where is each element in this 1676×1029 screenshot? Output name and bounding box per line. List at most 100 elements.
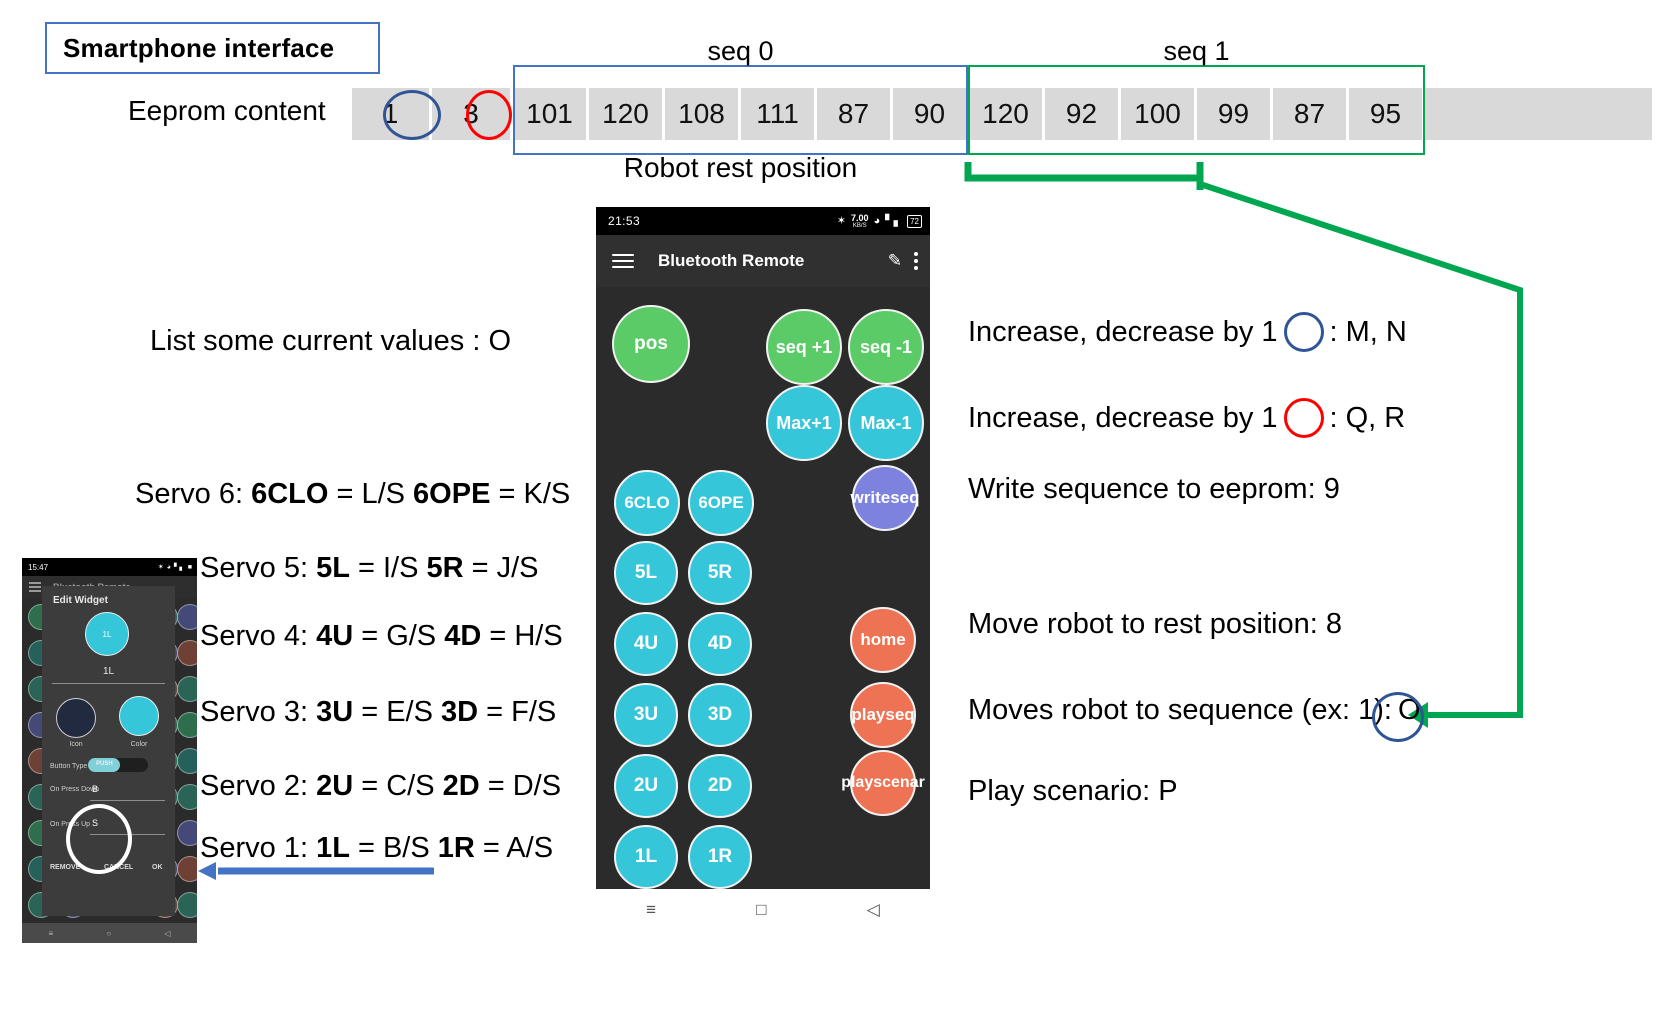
note-move-to-sequence: Moves robot to sequence (ex: 1): O: [968, 694, 1421, 727]
remote-button-2d[interactable]: 2D: [688, 754, 752, 818]
r1-post: : M, N: [1330, 316, 1407, 349]
servo3-key2: 3D: [441, 696, 478, 728]
inset-signal-icon: ▘▖: [174, 563, 185, 571]
remote-button-4d[interactable]: 4D: [688, 612, 752, 676]
kebab-icon[interactable]: [914, 249, 918, 273]
note-servo6: Servo 6: 6CLO = L/S 6OPE = K/S: [135, 478, 570, 511]
seq0-outline: [513, 65, 968, 155]
red-ring-icon: [1284, 398, 1324, 438]
color-picker-swatch[interactable]: [119, 696, 159, 736]
inset-background-button: [177, 784, 197, 810]
remote-button-3d[interactable]: 3D: [688, 683, 752, 747]
ok-button[interactable]: OK: [152, 864, 163, 871]
remote-button-playseq[interactable]: play seq: [850, 682, 916, 748]
remote-button-home[interactable]: home: [850, 607, 916, 673]
signal-icon: ▘▖: [885, 216, 902, 227]
blue-callout-arrow-icon: [196, 858, 436, 884]
remote-button-seq1[interactable]: seq +1: [766, 309, 842, 385]
servo3-prefix: Servo 3:: [200, 696, 316, 728]
pencil-icon[interactable]: ✎: [888, 251, 902, 271]
remote-button-seq-1[interactable]: seq -1: [848, 309, 924, 385]
inset-background-button: [177, 748, 197, 774]
hamburger-icon[interactable]: [612, 250, 634, 272]
servo4-prefix: Servo 4:: [200, 620, 316, 652]
remote-button-pos[interactable]: pos: [612, 305, 690, 383]
note-play-scenario: Play scenario: P: [968, 775, 1178, 808]
r2-pre: Increase, decrease by 1: [968, 402, 1278, 435]
servo3-map1: = E/S: [353, 696, 441, 728]
inset-back-icon[interactable]: ◁: [164, 929, 170, 938]
remote-button-max-1[interactable]: Max-1: [848, 385, 924, 461]
remote-button-6ope[interactable]: 6OPE: [688, 470, 754, 536]
blue-ring-example-icon: [1372, 692, 1424, 742]
seq1-outline: [968, 65, 1425, 155]
remote-button-canvas: pos seq +1 seq -1 Max+1 Max-1 6CLO 6OPE write se…: [596, 287, 930, 923]
inset-background-button: [177, 820, 197, 846]
inset-background-button: [177, 856, 197, 882]
blue-ring-icon: [1284, 312, 1324, 352]
bluetooth-icon: ✶: [837, 216, 846, 227]
button-type-value: PUSH: [96, 761, 113, 767]
page-title: Smartphone interface: [47, 33, 334, 64]
remote-button-4u[interactable]: 4U: [614, 612, 678, 676]
servo4-key2: 4D: [444, 620, 481, 652]
blue-ring-highlight-icon: [383, 90, 441, 140]
inset-background-button: [177, 640, 197, 666]
remote-button-5l[interactable]: 5L: [614, 541, 678, 605]
white-oval-highlight-icon: [66, 804, 132, 874]
remote-button-writeseq[interactable]: write seq: [852, 465, 918, 531]
color-label: Color: [119, 741, 159, 748]
widget-name-field[interactable]: 1L: [42, 666, 175, 677]
phone-nav-bar: ≡ □ ◁: [596, 889, 930, 931]
inset-recents-icon[interactable]: ≡: [49, 929, 54, 938]
remote-button-3u[interactable]: 3U: [614, 683, 678, 747]
remove-button[interactable]: REMOVE: [50, 864, 80, 871]
dialog-title: Edit Widget: [53, 595, 108, 606]
inset-background-button: [177, 604, 197, 630]
inset-bluetooth-icon: ✶: [158, 563, 164, 571]
inset-hamburger-icon[interactable]: [29, 580, 41, 595]
servo6-map2: = K/S: [490, 478, 570, 510]
remote-button-5r[interactable]: 5R: [688, 541, 752, 605]
inset-home-icon[interactable]: ○: [106, 929, 111, 938]
icon-label: Icon: [56, 741, 96, 748]
on-press-down-input[interactable]: B: [92, 784, 98, 794]
servo6-key1: 6CLO: [251, 478, 328, 510]
on-press-down-underline: [90, 800, 165, 801]
widget-preview-button[interactable]: 1L: [85, 612, 129, 656]
inset-battery-icon: ■: [188, 564, 192, 571]
note-list-values: List some current values : O: [150, 325, 511, 358]
remote-button-playscenar[interactable]: play scenar: [850, 750, 916, 816]
servo2-map1: = C/S: [353, 770, 442, 802]
inset-background-button: [177, 712, 197, 738]
icon-picker-swatch[interactable]: [56, 698, 96, 738]
servo2-map2: = D/S: [480, 770, 561, 802]
servo2-key2: 2D: [443, 770, 480, 802]
servo5-map2: = J/S: [464, 552, 539, 584]
servo3-key1: 3U: [316, 696, 353, 728]
note-servo3: Servo 3: 3U = E/S 3D = F/S: [200, 696, 556, 729]
remote-button-6clo[interactable]: 6CLO: [614, 470, 680, 536]
title-box: Smartphone interface: [45, 22, 380, 74]
remote-button-max1[interactable]: Max+1: [766, 385, 842, 461]
remote-button-1r[interactable]: 1R: [688, 825, 752, 889]
back-icon[interactable]: ◁: [867, 900, 880, 920]
recents-icon[interactable]: ≡: [646, 900, 656, 920]
network-speed-unit: KB/S: [853, 223, 867, 229]
home-icon[interactable]: □: [756, 900, 766, 920]
network-speed-indicator: 7.00 KB/S: [851, 214, 869, 229]
button-type-toggle[interactable]: PUSH: [88, 758, 148, 772]
remote-button-2u[interactable]: 2U: [614, 754, 678, 818]
note-increase-decrease-red: Increase, decrease by 1 : Q, R: [968, 398, 1405, 438]
remote-button-1l[interactable]: 1L: [614, 825, 678, 889]
inset-wifi-icon: ◕: [167, 564, 171, 571]
inset-phone-edit-widget-screenshot: 15:47 ✶ ◕ ▘▖ ■ Bluetooth Remote Edit Wid…: [22, 558, 197, 943]
smartphone-screenshot: 21:53 ✶ 7.00 KB/S ◕ ▘▖ 72 Bluetooth Remo…: [596, 207, 930, 923]
eeprom-content-label: Eeprom content: [128, 95, 326, 127]
inset-nav-bar: ≡ ○ ◁: [22, 923, 197, 943]
servo6-map1: = L/S: [328, 478, 413, 510]
servo1-map2: = A/S: [475, 832, 553, 864]
red-ring-highlight-icon: [466, 90, 512, 140]
inset-status-bar: 15:47 ✶ ◕ ▘▖ ■: [22, 558, 197, 576]
app-title: Bluetooth Remote: [658, 251, 804, 271]
